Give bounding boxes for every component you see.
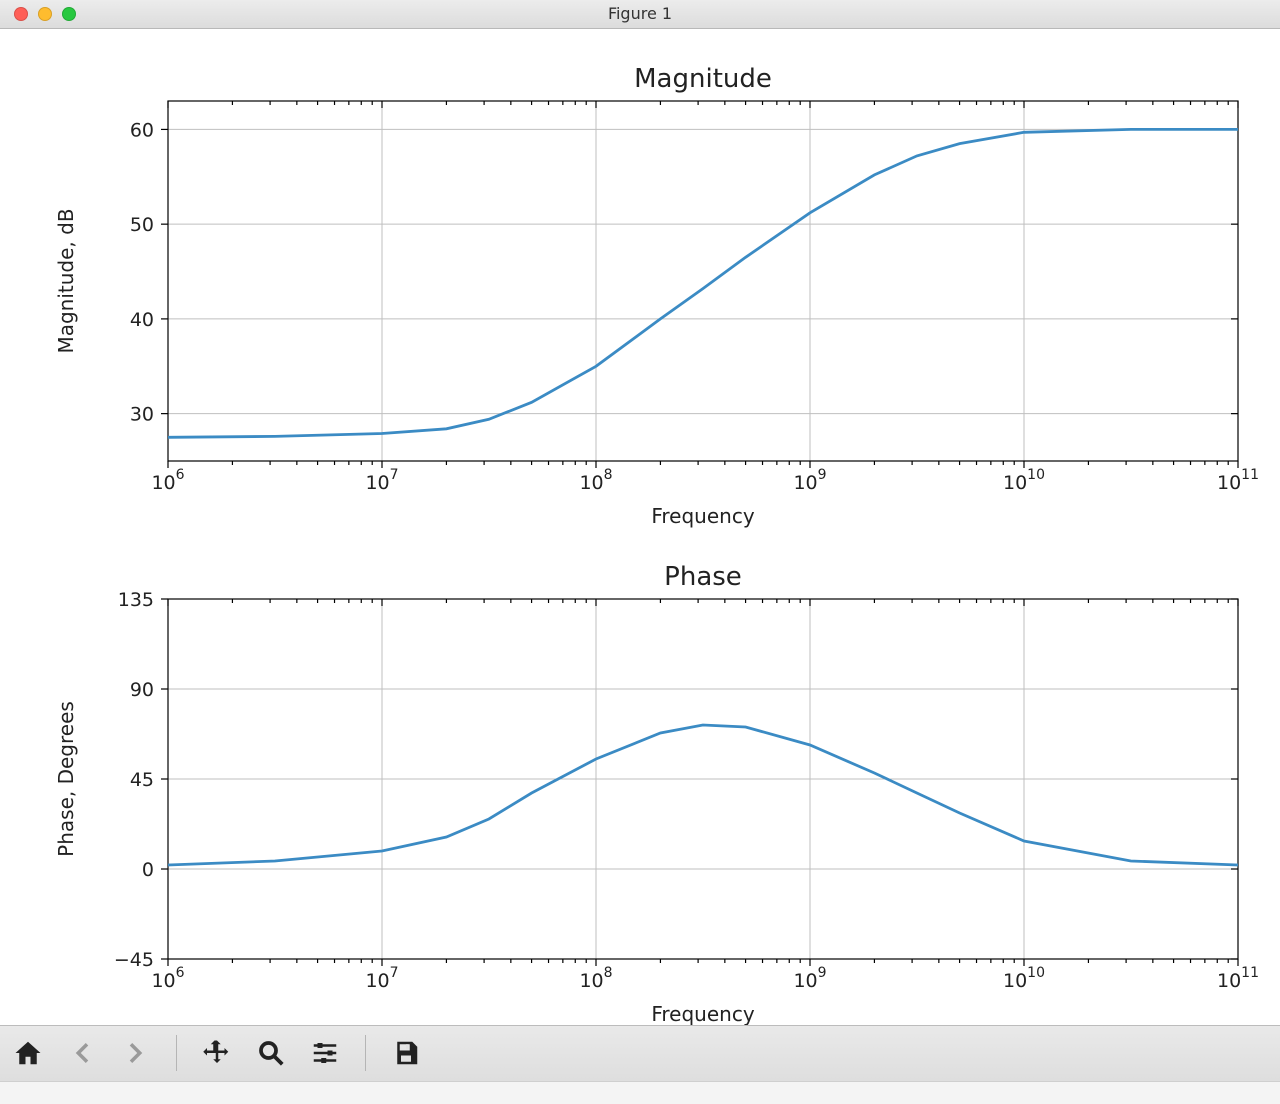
- y-axis-label: Phase, Degrees: [54, 701, 78, 857]
- home-icon: [13, 1038, 43, 1068]
- save-button[interactable]: [388, 1035, 424, 1071]
- axes-frame: [168, 101, 1238, 461]
- y-tick-label: 0: [142, 859, 154, 881]
- matplotlib-toolbar: [0, 1025, 1280, 1081]
- y-tick-label: 135: [118, 589, 154, 611]
- zoom-icon: [256, 1038, 286, 1068]
- y-tick-label: −45: [114, 949, 154, 971]
- back-button[interactable]: [64, 1035, 100, 1071]
- grid: [168, 101, 1238, 461]
- x-tick-label: 1010: [1003, 965, 1045, 992]
- forward-button[interactable]: [118, 1035, 154, 1071]
- configure-subplots-button[interactable]: [307, 1035, 343, 1071]
- chart-title: Magnitude: [634, 64, 772, 94]
- pan-button[interactable]: [199, 1035, 235, 1071]
- toolbar-separator: [176, 1035, 177, 1071]
- x-tick-label: 109: [793, 965, 826, 992]
- y-tick-label: 30: [130, 403, 154, 425]
- x-axis-label: Frequency: [651, 1002, 754, 1025]
- minimize-window-button[interactable]: [38, 7, 52, 21]
- titlebar: Figure 1: [0, 0, 1280, 29]
- y-axis: [161, 129, 1238, 413]
- y-tick-label: 45: [130, 769, 154, 791]
- toolbar-separator: [365, 1035, 366, 1071]
- series-magnitude: [168, 129, 1238, 437]
- x-tick-label: 106: [151, 467, 184, 494]
- x-axis: [168, 599, 1238, 966]
- app-window: Figure 1 106 107 108 109 1010 1011 30 40 50 60 Mag…: [0, 0, 1280, 1104]
- figure-canvas[interactable]: 106 107 108 109 1010 1011 30 40 50 60 Magnitude Fre…: [0, 29, 1280, 1025]
- sliders-icon: [310, 1038, 340, 1068]
- x-axis: [168, 101, 1238, 468]
- subplot-0: 106 107 108 109 1010 1011 30 40 50 60 Magnitude Fre…: [54, 64, 1259, 528]
- statusbar: [0, 1081, 1280, 1104]
- subplot-1: 106 107 108 109 1010 1011 −45 0 45 90 135 Phase Freq…: [54, 562, 1259, 1025]
- x-tick-label: 1010: [1003, 467, 1045, 494]
- chart-title: Phase: [664, 562, 742, 592]
- window-controls: [0, 7, 76, 21]
- x-tick-label: 108: [579, 467, 612, 494]
- y-tick-label: 60: [130, 119, 154, 141]
- grid: [168, 599, 1238, 959]
- series-phase: [168, 725, 1238, 865]
- plot-svg: 106 107 108 109 1010 1011 30 40 50 60 Magnitude Fre…: [0, 29, 1280, 1025]
- x-tick-label: 107: [365, 965, 398, 992]
- move-icon: [202, 1038, 232, 1068]
- close-window-button[interactable]: [14, 7, 28, 21]
- x-tick-label: 1011: [1217, 467, 1259, 494]
- arrow-right-icon: [121, 1038, 151, 1068]
- arrow-left-icon: [67, 1038, 97, 1068]
- y-axis-label: Magnitude, dB: [54, 208, 78, 353]
- x-tick-label: 107: [365, 467, 398, 494]
- home-button[interactable]: [10, 1035, 46, 1071]
- x-tick-label: 106: [151, 965, 184, 992]
- fullscreen-window-button[interactable]: [62, 7, 76, 21]
- zoom-button[interactable]: [253, 1035, 289, 1071]
- save-icon: [391, 1038, 421, 1068]
- y-tick-label: 40: [130, 309, 154, 331]
- window-title: Figure 1: [0, 4, 1280, 23]
- x-axis-label: Frequency: [651, 504, 754, 528]
- y-tick-label: 50: [130, 214, 154, 236]
- x-tick-label: 1011: [1217, 965, 1259, 992]
- y-tick-label: 90: [130, 679, 154, 701]
- x-tick-label: 109: [793, 467, 826, 494]
- x-tick-label: 108: [579, 965, 612, 992]
